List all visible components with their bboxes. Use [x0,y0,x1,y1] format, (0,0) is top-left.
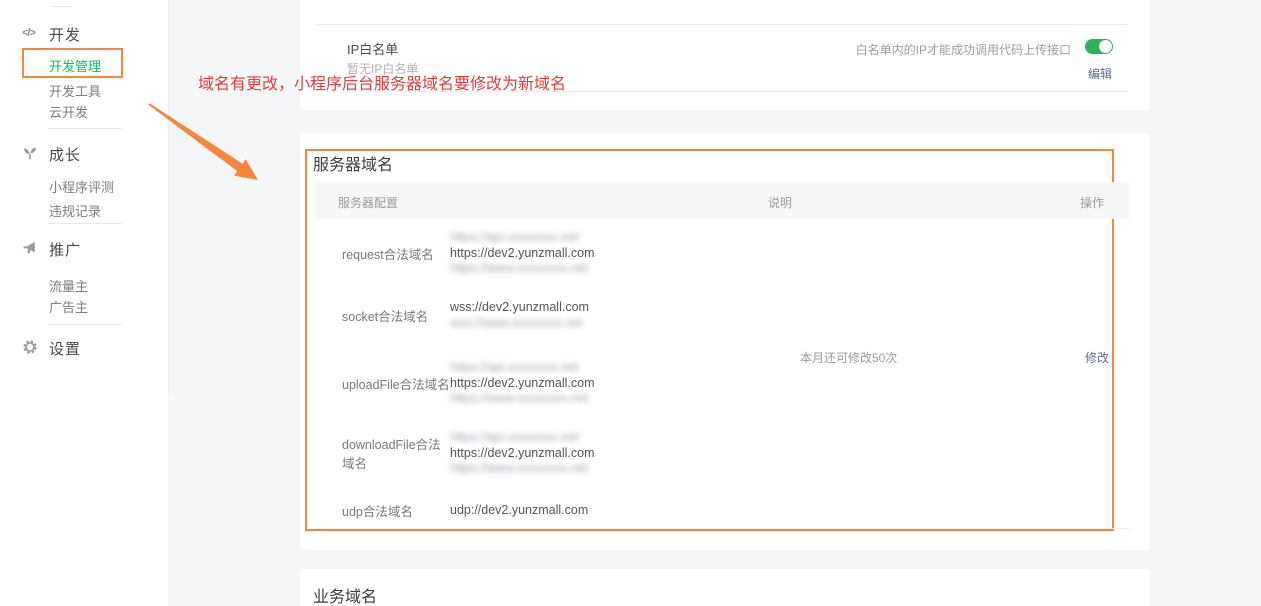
row-label: request合法域名 [342,244,450,263]
sidebar-item-dev-tools[interactable]: 开发工具 [49,81,101,100]
table-header: 服务器配置 说明 操作 [316,182,1129,219]
domain-value: udp://dev2.yunzmall.com [450,503,588,519]
domain-value-blurred: https://api.xxxxxxxx.net [450,360,595,376]
annotation-arrow-icon [140,95,270,190]
domain-value: https://dev2.yunzmall.com [450,246,595,262]
domain-value-blurred: https://www.xxxxxxxx.net [450,461,595,477]
domain-value: https://dev2.yunzmall.com [450,446,595,462]
megaphone-icon [22,240,38,256]
ip-whitelist-toggle-desc: 白名单内的IP才能成功调用代码上传接口 [856,41,1071,58]
divider [316,24,1128,25]
toggle-knob [1099,40,1112,53]
sidebar-item-cloud-dev[interactable]: 云开发 [49,102,88,121]
row-label: uploadFile合法域名 [342,374,450,393]
code-icon: </> [22,27,38,43]
sidebar-group-promo[interactable]: 推广 [49,239,81,260]
column-header-action: 操作 [1080,194,1104,211]
divider [48,324,122,325]
edit-link[interactable]: 编辑 [1088,65,1112,82]
table-row-socket: socket合法域名 wss://dev2.yunzmall.com wss:/… [342,300,589,331]
ip-whitelist-label: IP白名单 [347,39,398,58]
server-domain-title: 服务器域名 [313,151,393,175]
annotation-text: 域名有更改，小程序后台服务器域名要修改为新域名 [198,70,566,94]
divider [316,528,1129,529]
table-row-udp: udp合法域名 udp://dev2.yunzmall.com [342,501,588,520]
sidebar-group-settings[interactable]: 设置 [49,338,81,359]
sidebar-item-traffic-owner[interactable]: 流量主 [49,276,88,295]
domain-value: https://dev2.yunzmall.com [450,376,595,392]
sidebar-item-mp-review[interactable]: 小程序评测 [49,177,114,196]
server-domain-card: 服务器域名 服务器配置 说明 操作 request合法域名 https://ap… [300,133,1150,550]
sidebar-group-growth[interactable]: 成长 [49,144,81,165]
domain-value-blurred: https://www.xxxxxxxx.net [450,261,595,277]
sidebar-group-dev[interactable]: 开发 [49,24,81,45]
ip-whitelist-toggle[interactable] [1085,39,1113,54]
sidebar-item-dev-manage[interactable]: 开发管理 [49,56,101,75]
domain-value-blurred: https://api.xxxxxxxx.net [450,430,595,446]
divider [48,223,122,224]
row-label: udp合法域名 [342,501,450,520]
table-row-uploadfile: uploadFile合法域名 https://api.xxxxxxxx.net … [342,360,595,407]
domain-value-blurred: https://api.xxxxxxxx.net [450,230,595,246]
sidebar-item-violation-records[interactable]: 违规记录 [49,201,101,220]
divider [48,128,122,129]
divider [50,6,72,7]
business-domain-title: 业务域名 [313,583,377,606]
column-header-desc: 说明 [768,194,792,211]
row-label: socket合法域名 [342,306,450,325]
row-label: downloadFile合法域名 [342,434,450,472]
sidebar: </> 开发 开发管理 开发工具 云开发 成长 小程序评测 违规记录 推广 流量… [0,0,168,606]
modify-quota-note: 本月还可修改50次 [800,349,897,366]
domain-value: wss://dev2.yunzmall.com [450,300,589,316]
domain-value-blurred: wss://www.xxxxxxxx.net [450,316,589,332]
divider [168,0,169,395]
sidebar-item-advertiser[interactable]: 广告主 [49,297,88,316]
sprout-icon [22,145,38,161]
domain-value-blurred: https://www.xxxxxxxx.net [450,391,595,407]
business-domain-card: 业务域名 [300,569,1150,606]
table-row-request: request合法域名 https://api.xxxxxxxx.net htt… [342,230,595,277]
modify-link[interactable]: 修改 [1085,349,1109,366]
column-header-config: 服务器配置 [338,194,398,211]
table-row-downloadfile: downloadFile合法域名 https://api.xxxxxxxx.ne… [342,430,595,477]
gear-icon [22,339,38,355]
